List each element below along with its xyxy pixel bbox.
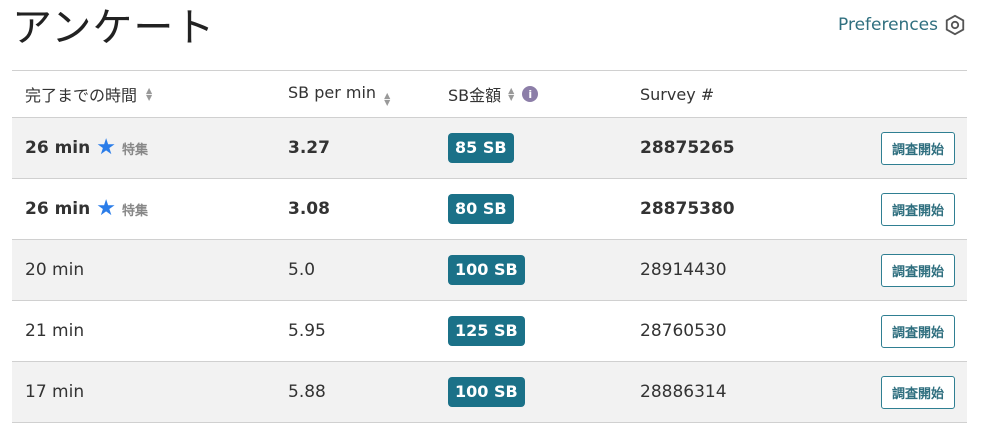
header-sb-amount-label: SB金額 (448, 86, 502, 105)
row-sb-per-min: 5.0 (288, 260, 316, 280)
start-survey-button[interactable]: 調査開始 (880, 131, 955, 165)
table-row[interactable]: 26 min ★ 特集 3.27 85 SB 28875265 調査開始 (12, 118, 967, 179)
table-row[interactable]: 21 min 5.95 125 SB 28760530 調査開始 (12, 301, 967, 362)
header-sb-per-min-label: SB per min (288, 82, 377, 102)
start-survey-button[interactable]: 調査開始 (880, 192, 955, 226)
header-survey-no: Survey # (640, 85, 858, 104)
header-time[interactable]: 完了までの時間 ▲ ▼ (12, 82, 288, 106)
sb-badge: 100 SB (448, 255, 525, 285)
row-sb-per-min: 3.27 (288, 138, 330, 158)
table-header-row: 完了までの時間 ▲ ▼ SB per min ▲ ▼ SB金額 ▲ ▼ i Surve… (12, 71, 967, 118)
star-icon: ★ (96, 135, 116, 160)
sort-arrows-icon[interactable]: ▲ ▼ (508, 87, 514, 102)
row-survey-no: 28914430 (640, 260, 727, 280)
start-survey-button[interactable]: 調査開始 (880, 253, 955, 287)
row-time: 21 min (25, 321, 85, 341)
header-time-label: 完了までの時間 (25, 86, 138, 105)
table-row[interactable]: 20 min 5.0 100 SB 28914430 調査開始 (12, 240, 967, 301)
gear-hexagon-icon (945, 14, 965, 36)
row-sb-per-min: 5.95 (288, 321, 326, 341)
star-icon: ★ (96, 196, 116, 221)
row-time: 26 min (25, 138, 91, 158)
featured-tag: 特集 (121, 142, 148, 158)
sb-badge: 125 SB (448, 316, 525, 346)
sb-badge: 85 SB (448, 133, 514, 163)
header-survey-no-label: Survey # (640, 84, 715, 104)
start-survey-button[interactable]: 調査開始 (880, 314, 955, 348)
info-icon[interactable]: i (522, 86, 539, 102)
row-sb-per-min: 5.88 (288, 382, 326, 402)
row-time: 26 min (25, 199, 91, 219)
sort-arrows-icon[interactable]: ▲ ▼ (384, 91, 390, 106)
preferences-link[interactable]: Preferences (838, 14, 966, 36)
row-sb-per-min: 3.08 (288, 199, 330, 219)
header-sb-amount[interactable]: SB金額 ▲ ▼ i (448, 82, 640, 106)
sb-badge: 80 SB (448, 194, 514, 224)
survey-table: 完了までの時間 ▲ ▼ SB per min ▲ ▼ SB金額 ▲ ▼ i Surve… (12, 70, 967, 423)
row-time: 20 min (25, 260, 85, 280)
featured-tag: 特集 (121, 203, 148, 219)
row-survey-no: 28875265 (640, 138, 735, 158)
row-survey-no: 28886314 (640, 382, 727, 402)
page-title: アンケート (12, 5, 216, 51)
table-row[interactable]: 26 min ★ 特集 3.08 80 SB 28875380 調査開始 (12, 179, 967, 240)
row-survey-no: 28760530 (640, 321, 727, 341)
table-row[interactable]: 17 min 5.88 100 SB 28886314 調査開始 (12, 362, 967, 423)
preferences-label: Preferences (838, 15, 938, 35)
sort-arrows-icon[interactable]: ▲ ▼ (146, 87, 152, 102)
row-survey-no: 28875380 (640, 199, 735, 219)
header-sb-per-min[interactable]: SB per min ▲ ▼ (288, 82, 448, 107)
sb-badge: 100 SB (448, 377, 525, 407)
start-survey-button[interactable]: 調査開始 (880, 375, 955, 409)
row-time: 17 min (25, 382, 85, 402)
